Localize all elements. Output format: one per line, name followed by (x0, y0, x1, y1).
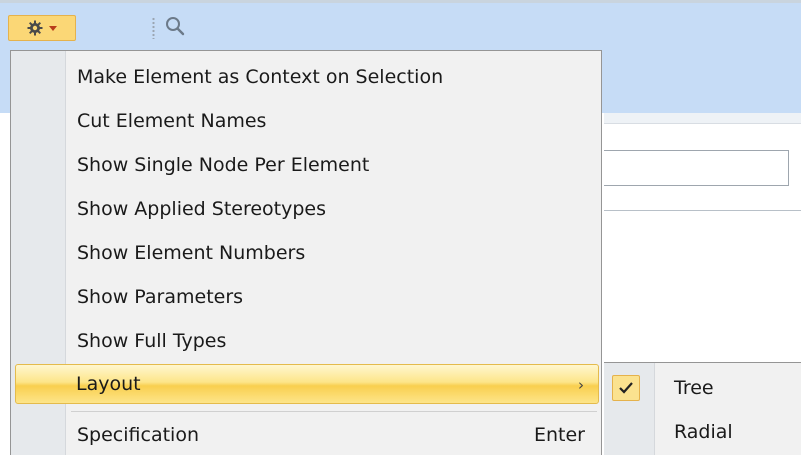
menu-item-make-context[interactable]: Make Element as Context on Selection (17, 57, 597, 97)
toolbar (0, 3, 801, 45)
menu-item-label: Show Single Node Per Element (77, 154, 370, 176)
menu-item-label: Show Parameters (77, 286, 244, 308)
menu-separator (71, 411, 597, 412)
layout-submenu: Tree Radial (604, 362, 801, 455)
submenu-item-radial[interactable]: Radial (604, 411, 801, 453)
menu-item-element-numbers[interactable]: Show Element Numbers (17, 233, 597, 273)
magnifier-icon[interactable] (164, 15, 186, 37)
context-menu: Make Element as Context on Selection Cut… (10, 50, 602, 455)
submenu-item-label: Radial (674, 421, 733, 443)
caret-down-icon (49, 25, 57, 31)
menu-item-label: Show Element Numbers (77, 242, 306, 264)
menu-item-label: Cut Element Names (77, 110, 267, 132)
panel-header-strip (604, 113, 801, 124)
menu-item-label: Layout (76, 373, 141, 395)
menu-item-cut-element-names[interactable]: Cut Element Names (17, 101, 597, 141)
panel-divider (604, 210, 801, 211)
menu-item-single-node[interactable]: Show Single Node Per Element (17, 145, 597, 185)
toolbar-grip[interactable] (152, 17, 155, 39)
submenu-item-tree[interactable]: Tree (604, 367, 801, 409)
submenu-arrow-icon: › (578, 376, 584, 394)
menu-item-parameters[interactable]: Show Parameters (17, 277, 597, 317)
menu-item-full-types[interactable]: Show Full Types (17, 321, 597, 361)
options-menu-button[interactable] (8, 15, 76, 41)
gear-icon (27, 20, 43, 36)
checkmark-icon (612, 375, 640, 401)
menu-item-applied-stereotypes[interactable]: Show Applied Stereotypes (17, 189, 597, 229)
menu-item-label: Specification (77, 424, 199, 446)
panel-text-field[interactable] (604, 150, 789, 186)
menu-item-specification[interactable]: Specification Enter (17, 415, 597, 455)
menu-item-label: Show Full Types (77, 330, 227, 352)
menu-item-layout[interactable]: Layout › (15, 364, 599, 404)
menu-item-label: Make Element as Context on Selection (77, 66, 444, 88)
menu-item-label: Show Applied Stereotypes (77, 198, 327, 220)
menu-item-shortcut: Enter (534, 424, 585, 446)
submenu-item-label: Tree (674, 377, 714, 399)
